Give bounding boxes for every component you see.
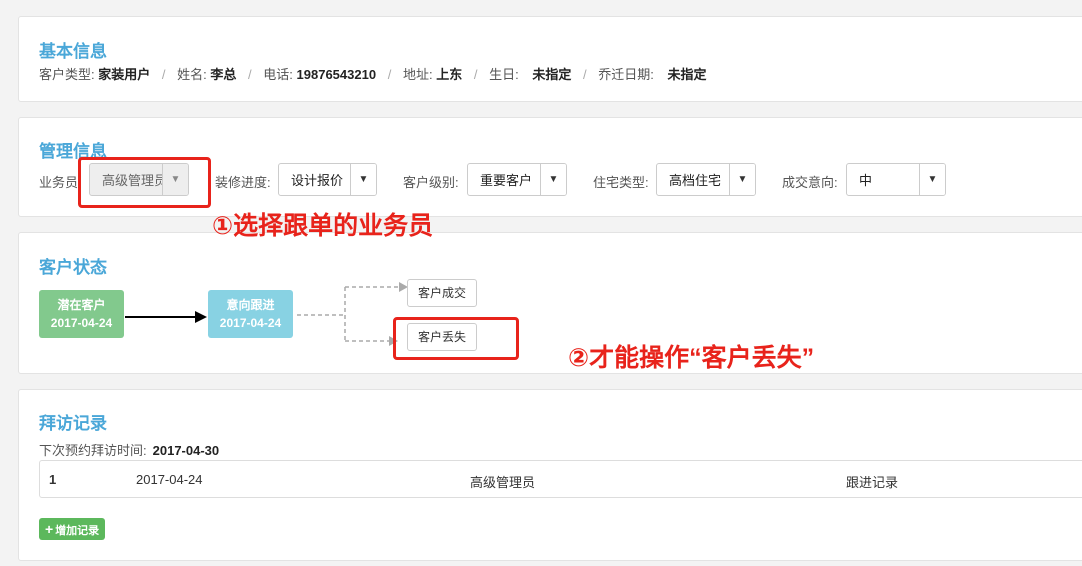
- customer-status-panel: 客户状态 潜在客户 2017-04-24 意向跟进 2017-04-24 客户成…: [18, 232, 1082, 374]
- level-select[interactable]: 重要客户 ▼: [467, 163, 567, 196]
- add-record-label: 增加记录: [55, 525, 100, 537]
- phone-value: 19876543210: [296, 67, 377, 82]
- annotation-note-1: ①选择跟单的业务员: [212, 212, 434, 240]
- move-date-value: 未指定: [667, 67, 707, 82]
- customer-type-label: 客户类型:: [39, 67, 95, 82]
- annotation-box-lost: [393, 317, 519, 360]
- name-value: 李总: [210, 67, 237, 82]
- progress-select[interactable]: 设计报价 ▼: [278, 163, 377, 196]
- status-step-date: 2017-04-24: [50, 316, 113, 330]
- visit-records-panel: 拜访记录 下次预约拜访时间: 2017-04-30 1 2017-04-24 高级…: [18, 389, 1082, 561]
- customer-deal-button[interactable]: 客户成交: [407, 279, 478, 307]
- visit-records-table: 1 2017-04-24 高级管理员 跟进记录: [39, 460, 1082, 498]
- status-step-label: 意向跟进: [226, 298, 275, 312]
- row-type: 跟进记录: [846, 475, 899, 490]
- separator: /: [248, 67, 252, 82]
- basic-info-panel: 基本信息 客户类型: 家装用户 / 姓名: 李总 / 电话: 198765432…: [18, 16, 1082, 102]
- housing-label: 住宅类型:: [593, 175, 649, 190]
- housing-value: 高档住宅: [669, 173, 722, 188]
- status-step-followup: 意向跟进 2017-04-24: [208, 290, 293, 338]
- chevron-down-icon: ▼: [350, 164, 376, 195]
- chevron-down-icon: ▼: [729, 164, 755, 195]
- housing-select[interactable]: 高档住宅 ▼: [656, 163, 756, 196]
- level-value: 重要客户: [480, 173, 533, 188]
- separator: /: [161, 67, 166, 82]
- progress-value: 设计报价: [291, 173, 344, 188]
- row-date: 2017-04-24: [136, 472, 203, 487]
- next-visit-date: 2017-04-30: [152, 443, 220, 458]
- chevron-down-icon: ▼: [919, 164, 945, 195]
- status-step-date: 2017-04-24: [219, 316, 282, 330]
- salesman-label: 业务员:: [39, 175, 82, 190]
- next-visit-row: 下次预约拜访时间: 2017-04-30: [39, 440, 219, 459]
- separator: /: [582, 67, 587, 82]
- next-visit-label: 下次预约拜访时间:: [39, 443, 147, 458]
- separator: /: [387, 67, 392, 82]
- chevron-down-icon: ▼: [540, 164, 566, 195]
- move-date-label: 乔迁日期:: [598, 67, 654, 82]
- annotation-note-2: ②才能操作“客户丢失”: [568, 344, 815, 372]
- intent-select[interactable]: 中 ▼: [846, 163, 946, 196]
- name-label: 姓名:: [177, 67, 207, 82]
- customer-type-value: 家装用户: [98, 67, 151, 82]
- add-record-button[interactable]: + 增加记录: [39, 518, 106, 540]
- status-step-potential: 潜在客户 2017-04-24: [39, 290, 124, 338]
- separator: /: [473, 67, 478, 82]
- level-label: 客户级别:: [403, 175, 459, 190]
- visit-records-title: 拜访记录: [39, 414, 107, 433]
- solid-arrow-head: [195, 311, 207, 323]
- basic-info-title: 基本信息: [39, 42, 107, 61]
- row-index: 1: [49, 472, 57, 487]
- row-person: 高级管理员: [470, 475, 536, 490]
- address-value: 上东: [436, 67, 463, 82]
- intent-label: 成交意向:: [782, 175, 838, 190]
- plus-icon: +: [45, 521, 54, 537]
- birthday-value: 未指定: [532, 67, 572, 82]
- status-step-label: 潜在客户: [57, 298, 106, 312]
- intent-value: 中: [859, 173, 873, 188]
- annotation-box-salesman: [78, 157, 211, 208]
- basic-info-row: 客户类型: 家装用户 / 姓名: 李总 / 电话: 19876543210 / …: [39, 64, 706, 83]
- address-label: 地址:: [402, 67, 433, 82]
- phone-label: 电话:: [263, 67, 293, 82]
- progress-label: 装修进度:: [215, 175, 271, 190]
- birthday-label: 生日:: [489, 67, 519, 82]
